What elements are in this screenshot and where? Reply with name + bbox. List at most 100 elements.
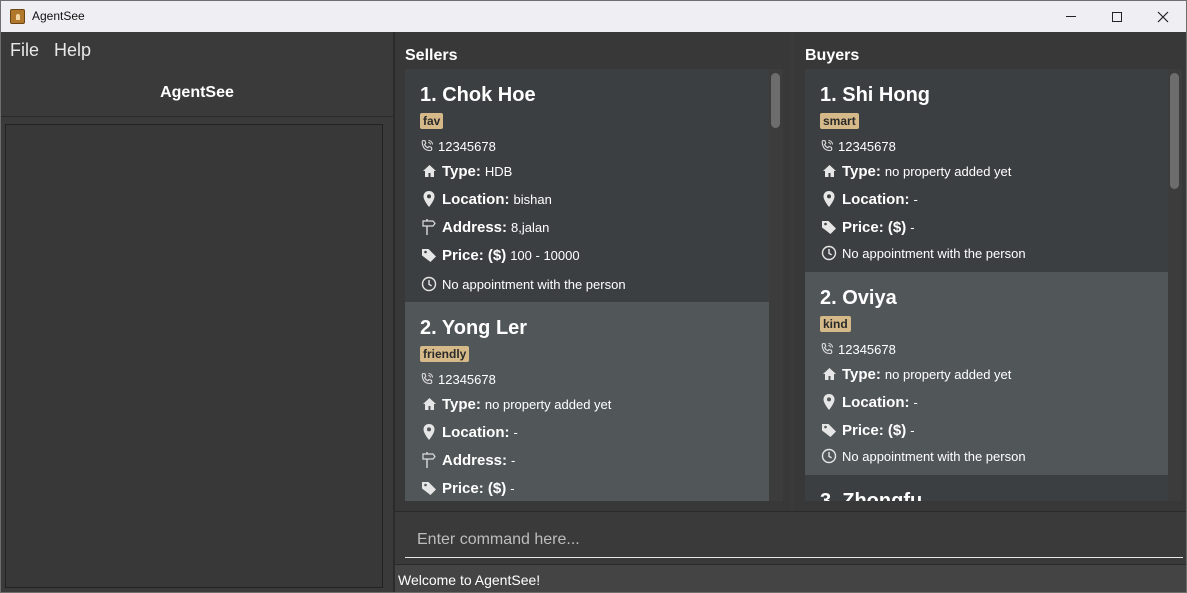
type-label: Type: bbox=[442, 395, 481, 413]
close-icon bbox=[1157, 11, 1169, 22]
address-row: Address: - bbox=[420, 450, 515, 470]
maximize-button[interactable] bbox=[1094, 1, 1140, 32]
price-tag-icon bbox=[420, 246, 438, 264]
tag-badge: friendly bbox=[420, 346, 470, 362]
sellers-list[interactable]: 1. Chok Hoe fav 12345678 Type: HDB Locat… bbox=[405, 69, 769, 501]
home-icon bbox=[820, 365, 838, 383]
type-label: Type: bbox=[442, 162, 481, 180]
person-name: 3. Zhongfu bbox=[820, 490, 923, 501]
close-button[interactable] bbox=[1140, 1, 1186, 32]
app-window: AgentSee File Help AgentSee Sellers 1. C… bbox=[0, 0, 1187, 593]
command-input[interactable] bbox=[405, 522, 1183, 558]
tag-badge: fav bbox=[420, 113, 444, 129]
app-icon bbox=[10, 9, 25, 24]
price-value: 100 - 10000 bbox=[510, 247, 580, 263]
signpost-icon bbox=[420, 218, 438, 236]
buyers-header: Buyers bbox=[805, 47, 860, 64]
price-row: Price: ($) - bbox=[820, 217, 915, 237]
price-label: Price: ($) bbox=[442, 479, 507, 497]
price-value: - bbox=[910, 422, 915, 438]
sellers-scrollbar[interactable] bbox=[769, 69, 783, 501]
command-box bbox=[395, 511, 1186, 563]
buyers-scroll-thumb[interactable] bbox=[1170, 73, 1179, 189]
price-label: Price: ($) bbox=[842, 218, 907, 236]
clock-icon bbox=[820, 447, 838, 465]
title-bar: AgentSee bbox=[1, 1, 1186, 32]
location-pin-icon bbox=[820, 190, 838, 208]
type-row: Type: HDB bbox=[420, 161, 512, 181]
type-value: HDB bbox=[484, 163, 513, 179]
location-pin-icon bbox=[420, 190, 438, 208]
type-row: Type: no property added yet bbox=[820, 161, 1011, 181]
location-value: - bbox=[513, 424, 518, 440]
location-label: Location: bbox=[842, 393, 910, 411]
price-row: Price: ($) - bbox=[420, 478, 515, 498]
appointment-value: No appointment with the person bbox=[842, 448, 1026, 464]
location-label: Location: bbox=[842, 190, 910, 208]
minimize-button[interactable] bbox=[1048, 1, 1094, 32]
price-label: Price: ($) bbox=[842, 421, 907, 439]
phone-value: 12345678 bbox=[438, 371, 496, 387]
appointment-row: No appointment with the person bbox=[820, 243, 1026, 263]
address-label: Address: bbox=[442, 218, 508, 236]
buyer-card[interactable]: 2. Oviya kind 12345678 Type: no property… bbox=[805, 272, 1168, 475]
location-label: Location: bbox=[442, 190, 510, 208]
window-title: AgentSee bbox=[32, 9, 85, 23]
sellers-header: Sellers bbox=[405, 47, 458, 64]
location-value: - bbox=[913, 191, 918, 207]
location-row: Location: - bbox=[420, 422, 518, 442]
type-value: no property added yet bbox=[484, 396, 612, 412]
price-value: - bbox=[510, 480, 515, 496]
price-row: Price: ($) 100 - 10000 bbox=[420, 245, 580, 265]
address-label: Address: bbox=[442, 451, 508, 469]
buyers-list[interactable]: 1. Shi Hong smart 12345678 Type: no prop… bbox=[805, 69, 1168, 501]
phone-icon bbox=[820, 340, 834, 358]
seller-card[interactable]: 2. Yong Ler friendly 12345678 Type: no p… bbox=[405, 302, 769, 501]
phone-value: 12345678 bbox=[838, 341, 896, 357]
address-value: - bbox=[511, 452, 516, 468]
location-label: Location: bbox=[442, 423, 510, 441]
phone-row: 12345678 bbox=[820, 339, 896, 359]
location-row: Location: bishan bbox=[420, 189, 552, 209]
phone-row: 12345678 bbox=[820, 136, 896, 156]
type-row: Type: no property added yet bbox=[420, 394, 611, 414]
price-tag-icon bbox=[820, 218, 838, 236]
price-row: Price: ($) - bbox=[820, 420, 915, 440]
phone-row: 12345678 bbox=[420, 369, 496, 389]
buyer-card[interactable]: 3. Zhongfu bbox=[805, 475, 1168, 501]
status-bar: Welcome to AgentSee! bbox=[395, 564, 1186, 592]
appointment-value: No appointment with the person bbox=[442, 276, 626, 292]
location-value: - bbox=[913, 394, 918, 410]
result-display-panel bbox=[5, 124, 383, 588]
person-name: 1. Chok Hoe bbox=[420, 84, 536, 106]
tag-badge: kind bbox=[820, 316, 851, 332]
appointment-row: No appointment with the person bbox=[820, 446, 1026, 466]
sidebar-divider bbox=[1, 116, 393, 117]
buyer-card[interactable]: 1. Shi Hong smart 12345678 Type: no prop… bbox=[805, 69, 1168, 272]
address-row: Address: 8,jalan bbox=[420, 217, 549, 237]
clock-icon bbox=[420, 275, 438, 293]
minimize-icon bbox=[1066, 16, 1076, 17]
buyers-scrollbar[interactable] bbox=[1168, 69, 1182, 501]
sidebar-title: AgentSee bbox=[160, 84, 234, 101]
person-name: 2. Yong Ler bbox=[420, 317, 528, 339]
home-icon bbox=[820, 162, 838, 180]
price-value: - bbox=[910, 219, 915, 235]
phone-value: 12345678 bbox=[838, 138, 896, 154]
type-value: no property added yet bbox=[884, 163, 1012, 179]
seller-card[interactable]: 1. Chok Hoe fav 12345678 Type: HDB Locat… bbox=[405, 69, 769, 302]
menu-file[interactable]: File bbox=[10, 40, 39, 61]
sellers-scroll-thumb[interactable] bbox=[771, 73, 780, 128]
person-name: 1. Shi Hong bbox=[820, 84, 930, 106]
location-pin-icon bbox=[820, 393, 838, 411]
buyers-pane: Buyers 1. Shi Hong smart 12345678 Type: … bbox=[795, 32, 1186, 511]
type-label: Type: bbox=[842, 365, 881, 383]
price-label: Price: ($) bbox=[442, 246, 507, 264]
type-row: Type: no property added yet bbox=[820, 364, 1011, 384]
phone-value: 12345678 bbox=[438, 138, 496, 154]
appointment-value: No appointment with the person bbox=[842, 245, 1026, 261]
menu-help[interactable]: Help bbox=[54, 40, 91, 61]
location-row: Location: - bbox=[820, 392, 918, 412]
home-icon bbox=[420, 162, 438, 180]
type-label: Type: bbox=[842, 162, 881, 180]
